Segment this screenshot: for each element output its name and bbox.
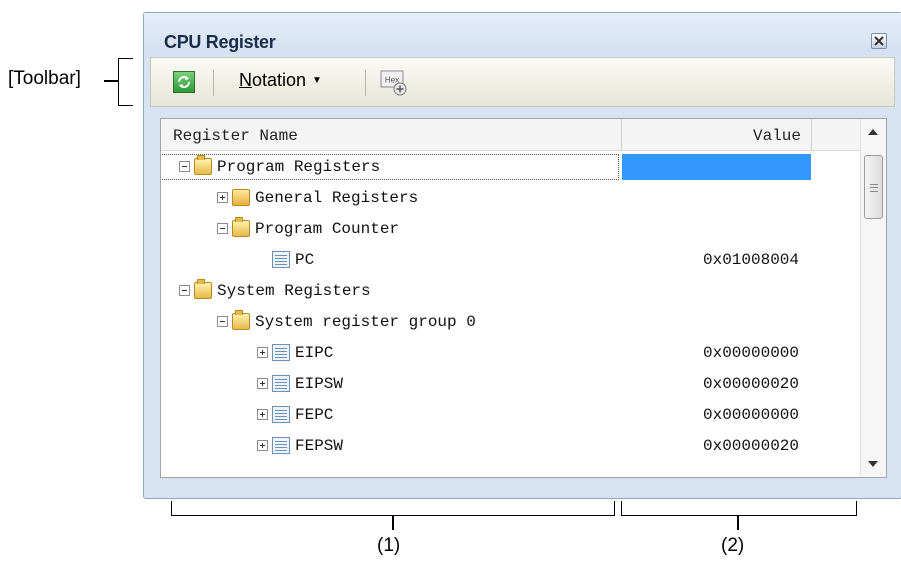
title-bar: CPU Register — [144, 13, 901, 55]
expand-icon[interactable] — [217, 192, 228, 203]
register-icon — [272, 406, 290, 423]
register-value[interactable]: 0x00000020 — [703, 437, 799, 455]
expand-icon[interactable] — [257, 440, 268, 451]
scroll-thumb[interactable] — [864, 155, 883, 219]
register-icon — [272, 251, 290, 268]
svg-text:Hex: Hex — [385, 76, 399, 85]
column-divider[interactable] — [621, 119, 622, 151]
area2-bracket — [621, 501, 857, 516]
column-divider[interactable] — [811, 119, 812, 151]
refresh-icon — [178, 76, 190, 88]
register-name: FEPSW — [295, 437, 344, 455]
dropdown-arrow-icon: ▼ — [312, 75, 322, 86]
register-name: System Registers — [217, 282, 371, 300]
register-value[interactable]: 0x00000000 — [703, 406, 799, 424]
folder-open-icon — [232, 217, 250, 237]
scroll-grip-icon — [870, 184, 878, 192]
selected-value-cell[interactable] — [622, 154, 811, 180]
window-title: CPU Register — [164, 32, 276, 52]
area2-bracket-tick — [737, 516, 739, 530]
refresh-button[interactable] — [173, 71, 195, 93]
register-name: PC — [295, 251, 315, 269]
tree-row[interactable]: General Registers — [161, 182, 861, 214]
close-button[interactable] — [871, 33, 887, 49]
tree-row[interactable]: FEPC 0x00000000 — [161, 399, 861, 431]
area1-bracket — [171, 501, 615, 516]
collapse-icon[interactable] — [179, 285, 190, 296]
tree-row[interactable]: FEPSW 0x00000020 — [161, 430, 861, 462]
tree-row[interactable]: Program Counter — [161, 213, 861, 245]
register-name: EIPSW — [295, 375, 344, 393]
folder-closed-icon — [232, 189, 250, 206]
register-icon — [272, 344, 290, 361]
register-icon — [272, 437, 290, 454]
register-name: Program Registers — [217, 158, 381, 176]
expand-icon[interactable] — [257, 347, 268, 358]
expand-icon[interactable] — [257, 409, 268, 420]
toolbar-separator — [365, 70, 366, 96]
area2-label: (2) — [721, 535, 745, 556]
scroll-down-arrow-icon[interactable] — [868, 461, 878, 467]
tree-row[interactable]: EIPSW 0x00000020 — [161, 368, 861, 400]
folder-open-icon — [194, 155, 212, 175]
column-header-register-name[interactable]: Register Name — [173, 127, 298, 145]
register-name: Program Counter — [255, 220, 400, 238]
toolbar-callout-tick — [104, 80, 118, 82]
register-icon — [272, 375, 290, 392]
tree-row[interactable]: PC 0x01008004 — [161, 244, 861, 276]
column-header-value[interactable]: Value — [753, 127, 801, 145]
folder-open-icon — [232, 310, 250, 330]
tree-row[interactable]: EIPC 0x00000000 — [161, 337, 861, 369]
toolbar: Notation ▼ Hex — [150, 57, 895, 107]
scroll-up-arrow-icon[interactable] — [868, 129, 878, 135]
folder-open-icon — [194, 279, 212, 299]
hex-display-button[interactable]: Hex — [379, 67, 413, 99]
register-name: FEPC — [295, 406, 334, 424]
register-tree-panel: Register Name Value Program Registers Gen… — [160, 118, 887, 478]
notation-label: otation — [252, 70, 307, 90]
tree-row[interactable]: Program Registers — [161, 151, 861, 183]
vertical-scrollbar[interactable] — [860, 119, 886, 477]
register-value[interactable]: 0x00000000 — [703, 344, 799, 362]
register-name: EIPC — [295, 344, 334, 362]
hex-icon: Hex — [380, 70, 407, 96]
expand-icon[interactable] — [257, 378, 268, 389]
tree-row[interactable]: System Registers — [161, 275, 861, 307]
collapse-icon[interactable] — [217, 223, 228, 234]
collapse-icon[interactable] — [217, 316, 228, 327]
register-value[interactable]: 0x00000020 — [703, 375, 799, 393]
close-icon — [874, 36, 884, 46]
toolbar-callout-label: [Toolbar] — [8, 68, 81, 89]
register-value[interactable]: 0x01008004 — [703, 251, 799, 269]
register-name: General Registers — [255, 189, 419, 207]
register-name: System register group 0 — [255, 313, 476, 331]
tree-row[interactable]: System register group 0 — [161, 306, 861, 338]
notation-mnemonic: N — [239, 70, 252, 90]
area1-label: (1) — [377, 535, 401, 556]
collapse-icon[interactable] — [179, 161, 190, 172]
column-header: Register Name Value — [161, 119, 861, 151]
notation-menu-button[interactable]: Notation ▼ — [239, 70, 322, 96]
cpu-register-window: CPU Register Notation ▼ Hex Register Nam… — [143, 12, 901, 499]
area1-bracket-tick — [392, 516, 394, 530]
toolbar-callout-bracket — [118, 58, 133, 106]
toolbar-separator — [213, 70, 214, 96]
